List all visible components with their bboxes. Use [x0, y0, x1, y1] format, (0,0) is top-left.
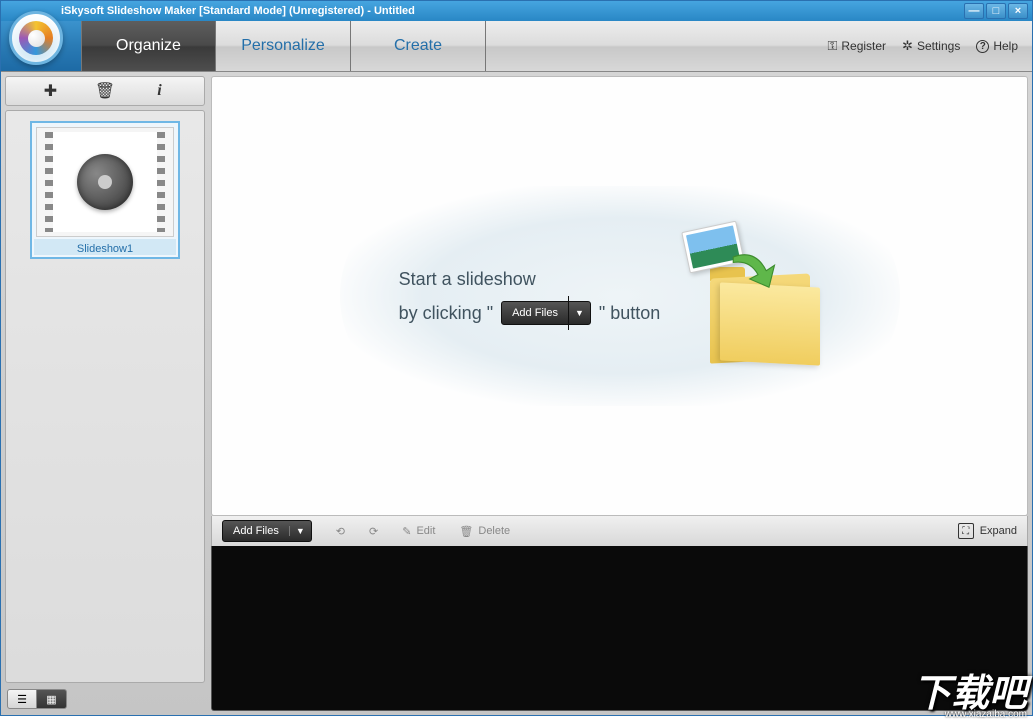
help-icon: ? — [976, 40, 989, 53]
empty-state: Start a slideshow by clicking " Add File… — [399, 221, 841, 371]
view-list-button[interactable]: ☰ — [7, 689, 37, 709]
app-body: ✚ 🗑 i Slideshow1 ☰ ▦ — [1, 72, 1032, 715]
view-mode-bar: ☰ ▦ — [5, 687, 205, 711]
view-grid-button[interactable]: ▦ — [37, 689, 67, 709]
register-link[interactable]: ⚿ Register — [827, 38, 886, 54]
edit-button[interactable]: ✎ Edit — [402, 525, 435, 538]
rotate-left-icon: ⟲ — [336, 525, 345, 538]
rotate-right-icon: ⟳ — [369, 525, 378, 538]
slideshow-thumbnail — [36, 127, 174, 237]
slideshow-item[interactable]: Slideshow1 — [30, 121, 180, 259]
minimize-button[interactable]: — — [964, 3, 984, 19]
list-icon: ☰ — [17, 693, 27, 706]
canvas-area: Start a slideshow by clicking " Add File… — [211, 76, 1028, 516]
window-title: iSkysoft Slideshow Maker [Standard Mode]… — [61, 5, 964, 17]
empty-state-text: Start a slideshow by clicking " Add File… — [399, 262, 661, 330]
delete-button[interactable]: 🗑 Delete — [459, 525, 510, 538]
sidebar-toolbar: ✚ 🗑 i — [5, 76, 205, 106]
slideshow-label: Slideshow1 — [34, 239, 176, 255]
tab-personalize[interactable]: Personalize — [216, 21, 351, 71]
slideshow-list: Slideshow1 — [5, 110, 205, 683]
app-logo — [9, 11, 63, 65]
main-tab-bar: Organize Personalize Create ⚿ Register ✲… — [1, 21, 1032, 72]
settings-link[interactable]: ✲ Settings — [902, 38, 960, 54]
grid-icon: ▦ — [46, 693, 56, 706]
sidebar: ✚ 🗑 i Slideshow1 ☰ ▦ — [5, 76, 205, 711]
main-panel: Start a slideshow by clicking " Add File… — [211, 76, 1028, 711]
add-files-example-button: Add Files ▼ — [501, 301, 591, 325]
trash-icon: 🗑 — [459, 525, 473, 538]
app-window: iSkysoft Slideshow Maker [Standard Mode]… — [0, 0, 1033, 716]
timeline-area[interactable] — [211, 546, 1028, 711]
chevron-down-icon: ▼ — [568, 296, 590, 330]
rotate-right-button[interactable]: ⟳ — [369, 525, 378, 538]
title-bar: iSkysoft Slideshow Maker [Standard Mode]… — [1, 1, 1032, 21]
window-controls: — □ × — [964, 3, 1028, 19]
rotate-left-button[interactable]: ⟲ — [336, 525, 345, 538]
info-icon: i — [157, 82, 161, 100]
pencil-icon: ✎ — [402, 525, 411, 538]
expand-icon: ⛶ — [958, 523, 974, 539]
info-button[interactable]: i — [150, 81, 170, 101]
tab-create[interactable]: Create — [351, 21, 486, 71]
help-link[interactable]: ? Help — [976, 39, 1018, 53]
chevron-down-icon[interactable]: ▼ — [289, 526, 311, 536]
maximize-button[interactable]: □ — [986, 3, 1006, 19]
folder-artwork — [690, 221, 840, 371]
film-reel-icon — [77, 154, 133, 210]
header-right: ⚿ Register ✲ Settings ? Help — [486, 21, 1032, 71]
close-button[interactable]: × — [1008, 3, 1028, 19]
arrow-icon — [725, 246, 780, 301]
gear-icon: ✲ — [902, 38, 913, 54]
key-icon: ⚿ — [827, 38, 837, 54]
add-files-button[interactable]: Add Files ▼ — [222, 520, 312, 542]
add-slideshow-button[interactable]: ✚ — [41, 81, 61, 101]
tab-organize[interactable]: Organize — [81, 21, 216, 71]
expand-button[interactable]: ⛶ Expand — [958, 523, 1017, 539]
bottom-toolbar: Add Files ▼ ⟲ ⟳ ✎ Edit 🗑 Delete ⛶ Expand — [211, 516, 1028, 546]
add-file-icon: ✚ — [44, 81, 57, 101]
delete-slideshow-button[interactable]: 🗑 — [95, 81, 115, 101]
trash-icon: 🗑 — [95, 81, 115, 101]
